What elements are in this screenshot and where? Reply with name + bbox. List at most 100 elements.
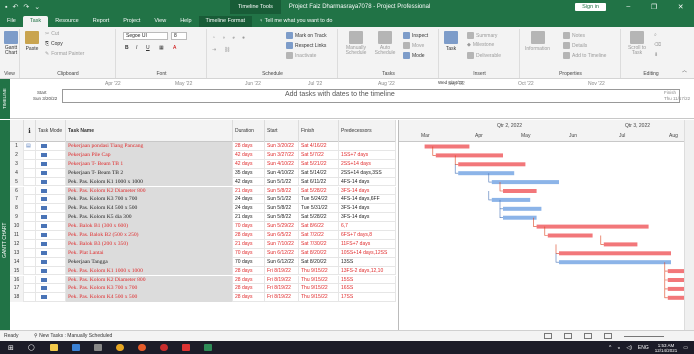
gantt-bar[interactable] [667,286,684,291]
duration-header[interactable]: Duration [233,120,265,142]
task-mode-cell[interactable] [36,231,66,240]
font-name-select[interactable]: Segoe UI [123,32,168,40]
close-icon[interactable]: ✕ [678,3,684,11]
search-icon[interactable]: ◯ [28,344,36,351]
task-name-cell[interactable]: Pekerjaan pondasi Tiang Pancang [66,142,233,151]
progress-0-icon[interactable]: ◔ [212,35,215,41]
move-button[interactable]: Move [403,42,424,49]
auto-schedule-button[interactable]: Auto Schedule [372,31,398,56]
respect-links-button[interactable]: Respect Links [286,42,326,49]
indicator-cell[interactable] [24,222,36,231]
predecessors-cell[interactable]: 1SS+7 days [339,150,396,160]
duration-cell[interactable]: 70 days [233,222,265,231]
start-cell[interactable]: Sun 5/1/22 [265,195,299,205]
gantt-bar[interactable] [491,180,559,185]
progress-50-icon[interactable]: ◕ [232,35,235,41]
underline-button[interactable]: U [146,45,150,51]
finish-cell[interactable]: Thu 9/15/22 [299,293,339,303]
table-row[interactable]: 10 Pek. Balok B1 (300 x 600) 70 days Sun 5/… [10,222,396,231]
tab-project[interactable]: Project [116,16,147,27]
table-row[interactable]: 16 Pek. Pas. Kolom K2 Diameter 800 28 days… [10,275,396,285]
task-mode-cell[interactable] [36,142,66,151]
row-number[interactable]: 5 [10,177,24,187]
table-row[interactable]: 7 Pek. Pas. Kolom K3 700 x 700 24 days Sun … [10,195,396,205]
duration-cell[interactable]: 21 days [233,186,265,196]
duration-cell[interactable]: 42 days [233,177,265,187]
gantt-bar[interactable] [667,278,684,282]
row-number[interactable]: 6 [10,186,24,196]
finish-cell[interactable]: Sat 5/28/22 [299,213,339,223]
start-cell[interactable]: Fri 8/19/22 [265,293,299,303]
task-name-cell[interactable]: Pek. Pas. Kolom K3 700 x 700 [66,195,233,205]
redo-icon[interactable]: ↷ [23,3,29,11]
row-number[interactable]: 9 [10,213,24,223]
table-row[interactable]: 3 Pekerjaan T- Beam TB 1 42 days Sun 4/10/2… [10,159,396,169]
predecessors-header[interactable]: Predecessors [339,120,396,142]
gantt-view-icon[interactable] [544,333,552,339]
start-cell[interactable]: Fri 8/19/22 [265,266,299,276]
duration-cell[interactable]: 28 days [233,231,265,240]
task-name-cell[interactable]: Pek. Pas. Kolom K3 700 x 700 [66,284,233,294]
gantt-bar[interactable] [603,242,638,247]
table-row[interactable]: 2 Pekerjaan Pile Cap 42 days Sun 3/27/22 Sat… [10,150,396,160]
gantt-bar[interactable] [667,269,684,274]
duration-cell[interactable]: 21 days [233,239,265,249]
task-name-cell[interactable]: Pekerjaan T- Beam TB 1 [66,159,233,169]
app-icon[interactable] [93,344,102,351]
row-number[interactable]: 3 [10,159,24,169]
table-row[interactable]: 9 Pek. Pas. Kolom K5 dia 300 21 days Sun 5/… [10,213,396,223]
duration-cell[interactable]: 28 days [233,293,265,303]
row-number[interactable]: 4 [10,168,24,178]
language-indicator[interactable]: ENG [638,345,649,351]
task-name-cell[interactable]: Pek. Pas. Kolom K4 500 x 500 [66,204,233,214]
gantt-bar[interactable] [491,197,531,202]
duration-cell[interactable]: 24 days [233,195,265,205]
indicators-header[interactable]: ℹ [24,120,36,142]
predecessors-cell[interactable]: 3FS-14 days [339,186,396,196]
task-mode-cell[interactable] [36,248,66,258]
indicator-cell[interactable] [24,195,36,205]
finish-cell[interactable]: Sat 5/7/22 [299,150,339,160]
gantt-bar[interactable] [547,233,593,238]
indicator-cell[interactable]: ▤ [24,142,36,151]
finish-cell[interactable]: Sat 8/20/22 [299,248,339,258]
notifications-icon[interactable]: ▭ [683,345,688,351]
clock[interactable]: 1:53 AM 12/14/2021 [655,343,678,353]
row-number[interactable]: 12 [10,239,24,249]
task-mode-cell[interactable] [36,177,66,187]
task-name-cell[interactable]: Pek. Pas. Kolom K1 1000 x 1000 [66,177,233,187]
progress-25-icon[interactable]: ◑ [222,35,225,41]
notes-button[interactable]: Notes [563,32,585,39]
row-number[interactable]: 11 [10,231,24,240]
mark-on-track-button[interactable]: Mark on Track [286,32,327,39]
row-number[interactable]: 8 [10,204,24,214]
row-number[interactable]: 16 [10,275,24,285]
gantt-bar[interactable] [559,260,671,265]
new-tasks-mode[interactable]: ⚲ New Tasks : Manually Scheduled [34,333,112,339]
cut-button[interactable]: ✂ Cut [45,31,59,37]
predecessors-cell[interactable]: 6FS+7 days,8 [339,231,396,240]
indicator-cell[interactable] [24,177,36,187]
gantt-bar[interactable] [559,251,671,256]
task-name-cell[interactable]: Pek. Pas. Kolom K2 Diameter 800 [66,275,233,285]
finish-cell[interactable]: Sat 4/16/22 [299,142,339,151]
finish-cell[interactable]: Thu 9/15/22 [299,266,339,276]
resource-sheet-icon[interactable] [604,333,612,339]
insert-task-button[interactable]: Task [444,31,458,52]
task-grid[interactable]: ℹ Task Mode Task Name Duration Start Fin… [10,120,396,330]
finish-cell[interactable]: Sat 6/11/22 [299,177,339,187]
tell-me-box[interactable]: ♀ Tell me what you want to do [252,16,339,27]
table-row[interactable]: 18 Pek. Pas. Kolom K4 500 x 500 28 days Fri… [10,293,396,303]
tab-file[interactable]: File [0,16,23,27]
windows-start-icon[interactable]: ⊞ [8,344,14,352]
table-row[interactable]: 15 Pek. Pas. Kolom K1 1000 x 1000 28 days F… [10,266,396,276]
task-mode-cell[interactable] [36,284,66,294]
task-mode-header[interactable]: Task Mode [36,120,66,142]
gantt-bar[interactable] [424,144,470,149]
task-mode-cell[interactable] [36,222,66,231]
duration-cell[interactable]: 28 days [233,284,265,294]
indicator-cell[interactable] [24,168,36,178]
task-mode-cell[interactable] [36,275,66,285]
information-button[interactable]: Information [525,31,550,52]
inactivate-button[interactable]: Inactivate [286,52,316,59]
